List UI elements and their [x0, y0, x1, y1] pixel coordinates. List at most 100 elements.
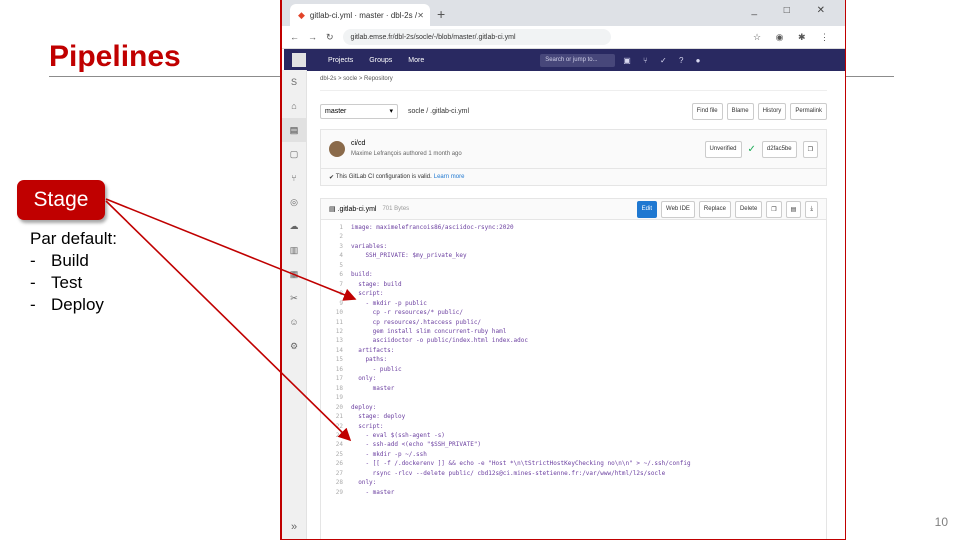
- forward-icon[interactable]: →: [308, 32, 317, 42]
- project-overview-icon[interactable]: ⌂: [282, 94, 306, 118]
- raw-icon[interactable]: ▤: [785, 200, 802, 218]
- download-icon[interactable]: ⤓: [805, 200, 818, 218]
- last-commit: ci/cd Maxime Lefrançois authored 1 month…: [320, 129, 827, 169]
- line-number[interactable]: 14: [321, 346, 343, 355]
- line-number[interactable]: 6: [321, 270, 343, 279]
- line-number[interactable]: 28: [321, 478, 343, 487]
- learn-more-link[interactable]: Learn more: [434, 174, 465, 180]
- cicd-icon[interactable]: ◎: [282, 190, 306, 214]
- line-number[interactable]: 24: [321, 440, 343, 449]
- menu-projects[interactable]: Projects: [328, 57, 353, 64]
- line-number[interactable]: 23: [321, 431, 343, 440]
- stage-callout-label: Stage: [33, 188, 89, 211]
- copy-source-icon[interactable]: ❐: [766, 200, 782, 218]
- code-line: script:: [351, 290, 384, 298]
- breadcrumb[interactable]: dbl-2s > socle > Repository: [320, 76, 827, 91]
- stage-callout: Stage: [17, 180, 105, 220]
- ci-valid-banner: ✔ This GitLab CI configuration is valid.…: [320, 169, 827, 186]
- new-tab-button[interactable]: +: [437, 6, 445, 22]
- line-number[interactable]: 21: [321, 412, 343, 421]
- line-number[interactable]: 15: [321, 355, 343, 364]
- line-number[interactable]: 16: [321, 365, 343, 374]
- line-numbers: 1 2 3 4 5 6 7 8 9 10 11 12 13 14 15 16 17 18 19 20 21 22 23 24 2…: [321, 220, 349, 539]
- line-number[interactable]: 18: [321, 384, 343, 393]
- commit-info: ci/cd Maxime Lefrançois authored 1 month…: [351, 139, 462, 159]
- default-stages-list: Build Test Deploy: [30, 250, 117, 316]
- find-file-button[interactable]: Find file: [691, 102, 723, 120]
- line-number[interactable]: 5: [321, 261, 343, 270]
- line-number[interactable]: 17: [321, 374, 343, 383]
- line-number[interactable]: 1: [321, 223, 343, 232]
- branch-selector[interactable]: master ▾: [320, 103, 398, 119]
- line-number[interactable]: 19: [321, 393, 343, 402]
- line-number[interactable]: 22: [321, 422, 343, 431]
- delete-button[interactable]: Delete: [734, 200, 763, 218]
- close-tab-icon[interactable]: ✕: [417, 11, 424, 20]
- url-field[interactable]: gitlab.emse.fr/dbl-2s/socle/-/blob/maste…: [342, 29, 611, 45]
- members-icon[interactable]: ☺: [282, 310, 306, 334]
- history-button[interactable]: History: [757, 102, 787, 120]
- line-number[interactable]: 10: [321, 308, 343, 317]
- tab-title: gitlab-ci.yml · master · dbl-2s / ...: [309, 10, 418, 20]
- gitlab-logo-icon[interactable]: [292, 53, 306, 67]
- browser-extension-icons[interactable]: ☆ ◉ ✱ ⋮: [753, 32, 835, 43]
- line-number[interactable]: 29: [321, 488, 343, 497]
- code-line: script:: [351, 422, 384, 430]
- gitlab-header-icons[interactable]: ▣ ⑂ ✓ ? ●: [623, 56, 705, 65]
- commit-sha[interactable]: d2fac5be: [761, 140, 797, 158]
- browser-screenshot: ◆ gitlab-ci.yml · master · dbl-2s / ... …: [280, 0, 846, 540]
- analytics-icon[interactable]: ▥: [282, 238, 306, 262]
- web-ide-button[interactable]: Web IDE: [661, 200, 695, 218]
- settings-icon[interactable]: ⚙: [282, 334, 306, 358]
- code-line: master: [351, 384, 395, 392]
- line-number[interactable]: 9: [321, 299, 343, 308]
- line-number[interactable]: 3: [321, 242, 343, 251]
- reload-icon[interactable]: ↻: [326, 32, 334, 43]
- edit-button[interactable]: Edit: [636, 200, 658, 218]
- line-number[interactable]: 26: [321, 459, 343, 468]
- merge-requests-icon[interactable]: ⑂: [282, 166, 306, 190]
- line-number[interactable]: 8: [321, 289, 343, 298]
- collapse-sidebar-icon[interactable]: »: [282, 521, 306, 533]
- code-line: cp resources/.htaccess public/: [351, 318, 482, 326]
- code-line: build:: [351, 271, 373, 279]
- window-controls[interactable]: _ □ ✕: [751, 5, 837, 16]
- copy-icon[interactable]: ❐: [802, 140, 818, 158]
- line-number[interactable]: 20: [321, 403, 343, 412]
- operations-icon[interactable]: ☁: [282, 214, 306, 238]
- line-number[interactable]: 12: [321, 327, 343, 336]
- code-line: paths:: [351, 356, 388, 364]
- blame-button[interactable]: Blame: [726, 102, 754, 120]
- line-number[interactable]: 27: [321, 469, 343, 478]
- unverified-badge[interactable]: Unverified: [704, 140, 742, 158]
- file-edit-actions: Edit Web IDE Replace Delete ❐ ▤ ⤓: [636, 200, 818, 218]
- line-number[interactable]: 2: [321, 232, 343, 241]
- back-icon[interactable]: ←: [290, 32, 299, 42]
- menu-more[interactable]: More: [408, 57, 424, 64]
- menu-groups[interactable]: Groups: [369, 57, 392, 64]
- avatar[interactable]: [329, 141, 345, 157]
- check-icon: ✔: [329, 174, 336, 181]
- line-number[interactable]: 7: [321, 280, 343, 289]
- repository-icon[interactable]: ▤: [282, 118, 306, 142]
- chevron-down-icon: ▾: [389, 108, 393, 115]
- packages-icon[interactable]: ▦: [282, 262, 306, 286]
- line-number[interactable]: 25: [321, 450, 343, 459]
- gitlab-search-input[interactable]: Search or jump to...: [540, 53, 616, 67]
- code-line: artifacts:: [351, 346, 395, 354]
- browser-tabbar: ◆ gitlab-ci.yml · master · dbl-2s / ... …: [282, 0, 845, 26]
- pipeline-passed-icon[interactable]: ✓: [748, 144, 756, 155]
- snippets-icon[interactable]: ✂: [282, 286, 306, 310]
- permalink-button[interactable]: Permalink: [790, 102, 827, 120]
- replace-button[interactable]: Replace: [698, 200, 731, 218]
- line-number[interactable]: 13: [321, 336, 343, 345]
- issues-icon[interactable]: ▢: [282, 142, 306, 166]
- code-line: cp -r resources/* public/: [351, 309, 463, 317]
- commit-message[interactable]: ci/cd: [351, 139, 462, 149]
- line-number[interactable]: 11: [321, 318, 343, 327]
- line-number[interactable]: 4: [321, 251, 343, 260]
- project-avatar-icon[interactable]: S: [282, 70, 306, 94]
- browser-tab[interactable]: ◆ gitlab-ci.yml · master · dbl-2s / ... …: [290, 4, 430, 26]
